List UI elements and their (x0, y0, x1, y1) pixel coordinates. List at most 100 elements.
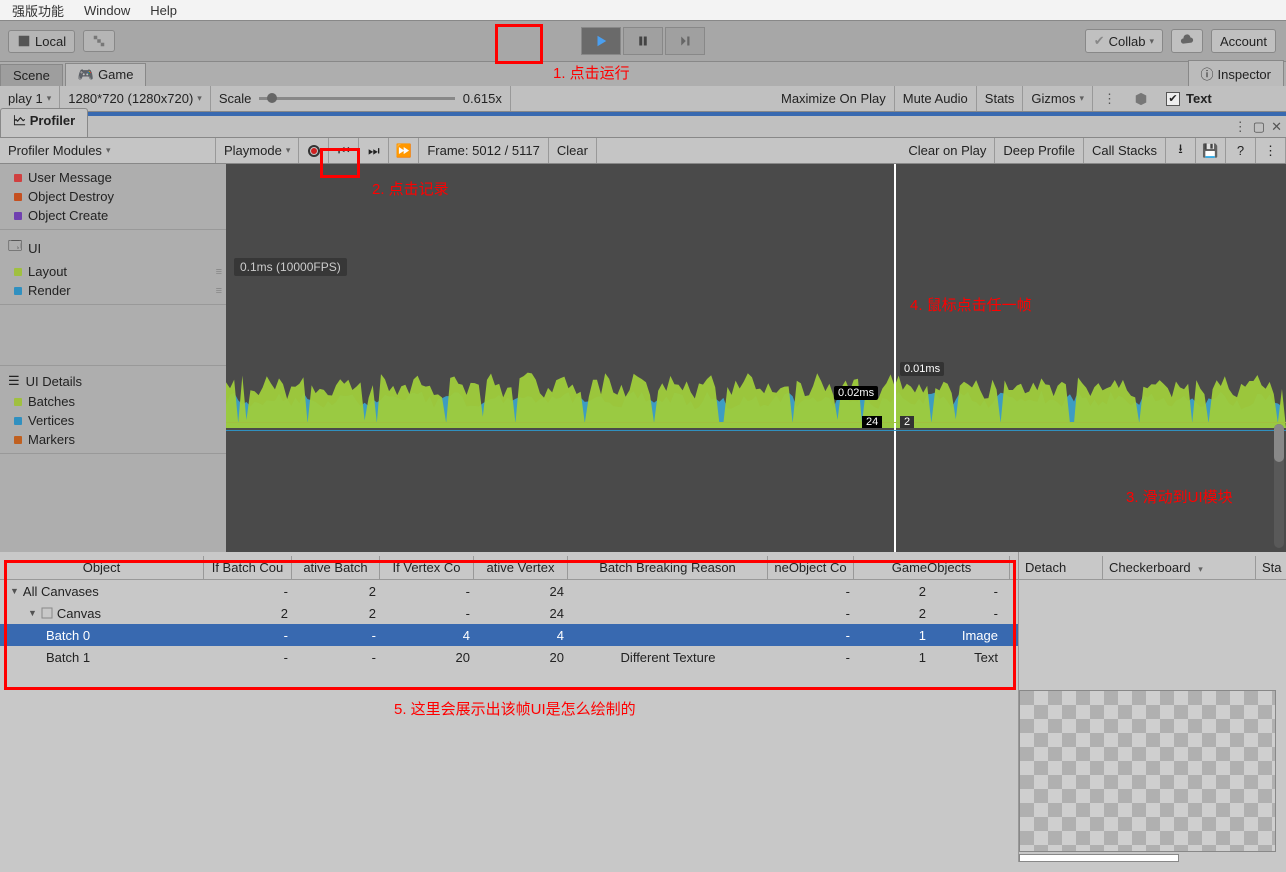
scale-thumb[interactable] (267, 93, 277, 103)
help-button[interactable]: ? (1226, 138, 1256, 163)
frame-latest-button[interactable]: ⏩ (389, 138, 419, 163)
detach-button[interactable]: Detach (1019, 556, 1103, 579)
table-row[interactable]: ▼All Canvases-2-24-2- (0, 580, 1018, 602)
drag-handle-icon[interactable]: ≡ (216, 266, 220, 278)
table-row[interactable]: Batch 1--2020Different Texture-1Text (0, 646, 1018, 668)
play-button[interactable] (581, 27, 621, 55)
module-item[interactable]: Object Create (0, 206, 226, 225)
tab-inspector[interactable]: ⓘInspector (1188, 60, 1285, 86)
bullet-icon (14, 287, 22, 295)
bullet-icon (14, 193, 22, 201)
preview-extra-col[interactable]: Sta (1256, 556, 1286, 579)
module-header[interactable]: ☰UI Details (0, 370, 226, 392)
tab-scene[interactable]: Scene (0, 64, 63, 86)
deep-profile-toggle[interactable]: Deep Profile (995, 138, 1084, 163)
maximize-on-play-toggle[interactable]: Maximize On Play (773, 86, 895, 111)
mute-audio-toggle[interactable]: Mute Audio (895, 86, 977, 111)
preview-slider[interactable] (1019, 854, 1179, 862)
pivot-icon (17, 34, 31, 48)
module-header[interactable]: 🗔UI (0, 234, 226, 262)
collab-button[interactable]: ✔ Collab ▾ (1085, 29, 1163, 53)
module-ui: 🗔UI Layout≡ Render≡ (0, 230, 226, 305)
chart-series (226, 258, 1286, 428)
drag-handle-icon[interactable]: ≡ (216, 285, 220, 297)
tab-game[interactable]: 🎮Game (65, 63, 147, 86)
profiler-toolbar: Profiler Modules Playmode ⏮ ⏭ ⏩ Frame: 5… (0, 138, 1286, 164)
playmode-dropdown[interactable]: Playmode (216, 138, 299, 163)
gizmos-dropdown[interactable]: Gizmos ▾ (1023, 86, 1093, 111)
profiler-icon: 🗠 (13, 113, 26, 128)
menu-item[interactable]: Help (140, 3, 187, 18)
expand-icon[interactable]: ▼ (28, 608, 37, 618)
load-button[interactable]: ⭳ (1166, 138, 1196, 163)
play-icon (594, 34, 608, 48)
col-gameobjects[interactable]: GameObjects (854, 556, 1010, 579)
save-button[interactable]: 💾 (1196, 138, 1226, 163)
tabs-bar: Scene 🎮Game ⋮ ⓘInspector (0, 62, 1286, 86)
col-break-reason[interactable]: Batch Breaking Reason (568, 556, 768, 579)
bullet-icon (14, 398, 22, 406)
table-row[interactable]: ▼Canvas22-24-2- (0, 602, 1018, 624)
module-item[interactable]: Render≡ (0, 281, 226, 300)
module-item[interactable]: Object Destroy (0, 187, 226, 206)
record-button[interactable] (299, 138, 329, 163)
scrub-line[interactable] (894, 164, 896, 552)
frame-prev-button[interactable]: ⏮ (329, 138, 359, 163)
module-item[interactable]: Vertices (0, 411, 226, 430)
game-icon: 🎮 (78, 67, 94, 82)
col-batch-count[interactable]: If Batch Cou (204, 556, 292, 579)
preview-area (1019, 690, 1286, 862)
call-stacks-toggle[interactable]: Call Stacks (1084, 138, 1166, 163)
close-window-icon[interactable]: ✕ (1271, 119, 1282, 135)
stats-toggle[interactable]: Stats (977, 86, 1024, 111)
expand-icon[interactable]: ▼ (10, 586, 19, 596)
col-cum-vertex[interactable]: ative Vertex (474, 556, 568, 579)
main-toolbar: Local ✔ Collab ▾ Account (0, 20, 1286, 62)
bullet-icon (14, 174, 22, 182)
tab-profiler[interactable]: 🗠 Profiler (0, 108, 88, 137)
frame-next-button[interactable]: ⏭ (359, 138, 389, 163)
account-label: Account (1220, 34, 1267, 49)
checkerboard-dropdown[interactable]: Checkerboard ▾ (1103, 556, 1256, 579)
module-item[interactable]: User Message (0, 168, 226, 187)
maximize-window-icon[interactable]: ▢ (1253, 119, 1265, 135)
vertices-badge: 2 (900, 416, 914, 428)
module-item[interactable]: Layout≡ (0, 262, 226, 281)
right-toolbar: ✔ Collab ▾ Account (1085, 29, 1280, 53)
uid-legend-label: Batches (28, 394, 75, 409)
event-label: User Message (28, 170, 112, 185)
module-item[interactable]: Markers (0, 430, 226, 449)
load-icon: ⭳ (1178, 140, 1183, 162)
context-menu-button[interactable]: ⋮ (1256, 138, 1286, 163)
account-button[interactable]: Account (1211, 29, 1276, 53)
clear-button[interactable]: Clear (549, 138, 597, 163)
profiler-tab-bar: 🗠 Profiler ⋮ ▢ ✕ (0, 116, 1286, 138)
enable-checkbox[interactable]: ✔ (1166, 92, 1180, 106)
local-button[interactable]: Local (8, 30, 75, 53)
menu-item[interactable]: 强版功能 (2, 1, 74, 20)
scrollbar-thumb[interactable] (1274, 424, 1284, 462)
ui-details-panel: Object If Batch Cou ative Batch If Verte… (0, 552, 1286, 862)
scale-slider[interactable]: Scale 0.615x (211, 86, 511, 111)
module-item[interactable]: Batches (0, 392, 226, 411)
col-cum-batch[interactable]: ative Batch (292, 556, 380, 579)
options-menu-icon[interactable]: ⋮ (1093, 91, 1126, 107)
profiler-modules-panel[interactable]: User Message Object Destroy Object Creat… (0, 164, 226, 552)
scale-value: 0.615x (463, 91, 502, 106)
gizmo-toggle-button[interactable] (83, 30, 115, 52)
profiler-modules-dropdown[interactable]: Profiler Modules (0, 138, 216, 163)
profiler-chart[interactable]: 0.1ms (10000FPS) 0.02ms 0.01ms 24 2 (226, 164, 1286, 552)
table-row[interactable]: Batch 0--44-1Image (0, 624, 1018, 646)
cloud-button[interactable] (1171, 29, 1203, 53)
menu-item[interactable]: Window (74, 3, 140, 18)
pause-button[interactable] (623, 27, 663, 55)
step-button[interactable] (665, 27, 705, 55)
skip-fwd-icon: ⏭ (368, 143, 380, 159)
profiler-menu-icon[interactable]: ⋮ (1234, 119, 1247, 135)
col-vertex-count[interactable]: If Vertex Co (380, 556, 474, 579)
col-object-count[interactable]: neObject Co (768, 556, 854, 579)
chart-scrollbar[interactable] (1274, 424, 1284, 548)
scrub-value-2: 0.01ms (900, 362, 944, 376)
col-object[interactable]: Object (0, 556, 204, 579)
clear-on-play-toggle[interactable]: Clear on Play (900, 138, 995, 163)
